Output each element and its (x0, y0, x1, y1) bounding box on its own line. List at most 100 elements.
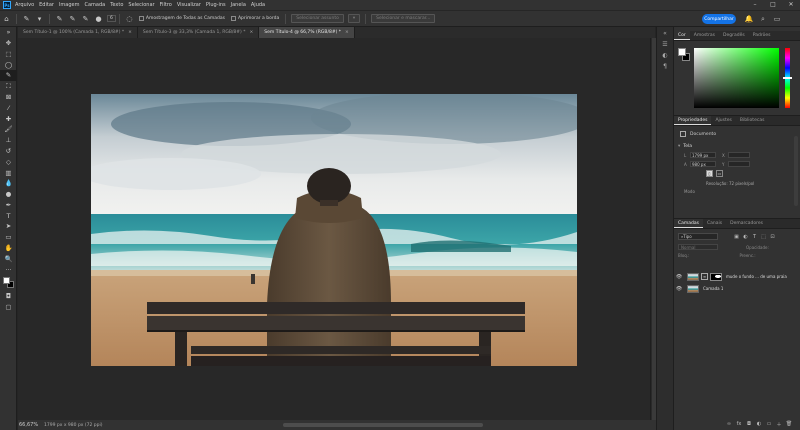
type-filter-icon[interactable]: T (750, 234, 759, 240)
new-selection-icon[interactable]: ✎ (55, 14, 64, 23)
tab-layers[interactable]: Camadas (674, 219, 703, 228)
chevron-down-icon[interactable]: ▾ (678, 144, 680, 149)
menu-visualizar[interactable]: Visualizar (177, 2, 201, 8)
smart-object-filter-icon[interactable]: ⊡ (768, 234, 777, 240)
brush-preview-icon[interactable]: ● (94, 14, 103, 23)
landscape-orientation-icon[interactable]: ▭ (716, 170, 723, 177)
rectangle-tool-icon[interactable]: ▭ (0, 232, 17, 243)
menu-arquivo[interactable]: Arquivo (15, 2, 34, 8)
quick-selection-tool-icon[interactable]: ✎ (0, 70, 17, 81)
minimize-button[interactable]: – (746, 0, 764, 10)
pixel-filter-icon[interactable]: ▣ (732, 234, 741, 240)
tab-swatches[interactable]: Amostras (690, 31, 719, 40)
eraser-tool-icon[interactable]: ◇ (0, 157, 17, 168)
path-selection-tool-icon[interactable]: ➤ (0, 221, 17, 232)
bell-icon[interactable]: 🔔 (742, 14, 756, 24)
menu-camada[interactable]: Camada (84, 2, 105, 8)
add-mask-icon[interactable]: ◘ (744, 421, 754, 428)
menu-texto[interactable]: Texto (110, 2, 123, 8)
pen-tool-icon[interactable]: ✒ (0, 200, 17, 211)
zoom-level[interactable]: 66,67% (19, 422, 41, 428)
tab-gradients[interactable]: Degradês (719, 31, 749, 40)
hand-tool-icon[interactable]: ✋ (0, 243, 17, 254)
screen-mode-icon[interactable]: ▢ (0, 302, 17, 313)
search-icon[interactable]: ⌕ (756, 14, 770, 24)
menu-ajuda[interactable]: Ajuda (251, 2, 265, 8)
horizontal-scrollbar[interactable] (283, 423, 483, 427)
tab-channels[interactable]: Canais (703, 219, 726, 228)
tab-properties[interactable]: Propriedades (674, 116, 712, 125)
layer-row-camada-1[interactable]: 👁 Camada 1 (674, 283, 800, 294)
move-tool-icon[interactable]: ✥ (0, 38, 17, 49)
collapse-icon[interactable]: » (0, 27, 17, 38)
canvas-section[interactable]: ▾ Tela (678, 144, 800, 149)
layer-kind-select[interactable]: ⌕ Tipo (678, 233, 718, 240)
tab-libraries[interactable]: Bibliotecas (736, 116, 769, 125)
adjust-icon[interactable]: ◐ (657, 50, 673, 60)
shape-filter-icon[interactable]: ⬚ (759, 234, 768, 240)
quick-mask-icon[interactable]: ◘ (0, 291, 17, 302)
marquee-tool-icon[interactable]: ⬚ (0, 49, 17, 60)
hue-slider-handle[interactable] (783, 77, 792, 79)
lasso-tool-icon[interactable]: ◯ (0, 59, 17, 70)
menu-janela[interactable]: Janela (231, 2, 246, 8)
add-to-selection-icon[interactable]: ✎ (68, 14, 77, 23)
tab-paths[interactable]: Demarcadores (726, 219, 767, 228)
history-icon[interactable]: ☰ (657, 39, 673, 49)
menu-plugins[interactable]: Plug-ins (206, 2, 226, 8)
foreground-color-swatch[interactable] (3, 277, 10, 285)
document-tab-active[interactable]: Sem Título-4 @ 66,7% (RGB/8#) * × (259, 27, 355, 38)
home-icon[interactable]: ⌂ (2, 14, 11, 23)
eyedropper-tool-icon[interactable]: ⁄ (0, 103, 17, 114)
width-field[interactable]: 1799 px (690, 152, 716, 158)
gradient-tool-icon[interactable]: ▥ (0, 167, 17, 178)
color-swatches[interactable] (0, 275, 16, 291)
portrait-orientation-icon[interactable]: ▯ (706, 170, 713, 177)
new-adjustment-icon[interactable]: ◐ (754, 421, 764, 428)
zoom-tool-icon[interactable]: 🔍 (0, 254, 17, 265)
eye-icon[interactable]: 👁 (674, 286, 684, 292)
layer-style-icon[interactable]: fx (734, 421, 744, 428)
color-picker-field[interactable] (694, 48, 779, 108)
blur-tool-icon[interactable]: 💧 (0, 178, 17, 189)
delete-layer-icon[interactable]: 🗑 (784, 421, 794, 428)
subtract-from-selection-icon[interactable]: ✎ (81, 14, 90, 23)
menu-filtro[interactable]: Filtro (160, 2, 172, 8)
more-tools-icon[interactable]: ··· (0, 265, 17, 276)
document-info[interactable]: 1799 px x 980 px (72 ppi) (44, 423, 103, 428)
document-tab[interactable]: Sem Título-1 @ 100% (Camada 1, RGB/8#) *… (18, 27, 138, 38)
canvas-area[interactable] (18, 38, 650, 420)
layer-name[interactable]: Camada 1 (703, 286, 723, 291)
blend-mode-select[interactable]: Normal (678, 244, 718, 250)
link-layers-icon[interactable]: ∞ (724, 421, 734, 428)
maximize-button[interactable]: □ (764, 0, 782, 10)
type-tool-icon[interactable]: T (0, 211, 17, 222)
menu-selecionar[interactable]: Selecionar (128, 2, 154, 8)
clone-stamp-tool-icon[interactable]: ⊥ (0, 135, 17, 146)
glyph-icon[interactable]: ¶ (657, 61, 673, 71)
brush-tool-icon[interactable]: 🖌 (0, 124, 17, 135)
brush-size-field[interactable]: 6 (107, 15, 116, 22)
dodge-tool-icon[interactable]: ● (0, 189, 17, 200)
y-field[interactable] (728, 161, 750, 167)
brush-angle-icon[interactable]: ◌ (125, 14, 134, 23)
history-brush-tool-icon[interactable]: ↺ (0, 146, 17, 157)
enhance-edge-checkbox[interactable]: Aprimorar a borda (230, 16, 279, 21)
layer-row-adjustment[interactable]: 👁 ∞ mude o fundo ... de uma praia (674, 271, 800, 282)
tab-color[interactable]: Cor (674, 31, 690, 40)
workspace-icon[interactable]: ▭ (770, 14, 784, 24)
close-window-button[interactable]: ✕ (782, 0, 800, 10)
select-and-mask-button[interactable]: Selecionar e mascarar... (371, 14, 436, 23)
menu-editar[interactable]: Editar (39, 2, 54, 8)
close-tab-icon[interactable]: × (345, 30, 349, 35)
healing-brush-tool-icon[interactable]: ✚ (0, 113, 17, 124)
new-layer-icon[interactable]: ＋ (774, 421, 784, 428)
layer-name[interactable]: mude o fundo ... de uma praia (726, 274, 787, 279)
crop-tool-icon[interactable]: ⛶ (0, 81, 17, 92)
share-button[interactable]: Compartilhar (702, 14, 736, 24)
height-field[interactable]: 980 px (690, 161, 716, 167)
select-subject-dropdown[interactable]: ▾ (347, 14, 361, 23)
adjustment-filter-icon[interactable]: ◐ (741, 234, 750, 240)
document-canvas[interactable] (91, 94, 577, 366)
document-tab[interactable]: Sem Título-3 @ 33,3% (Camada 1, RGB/8#) … (137, 27, 260, 38)
